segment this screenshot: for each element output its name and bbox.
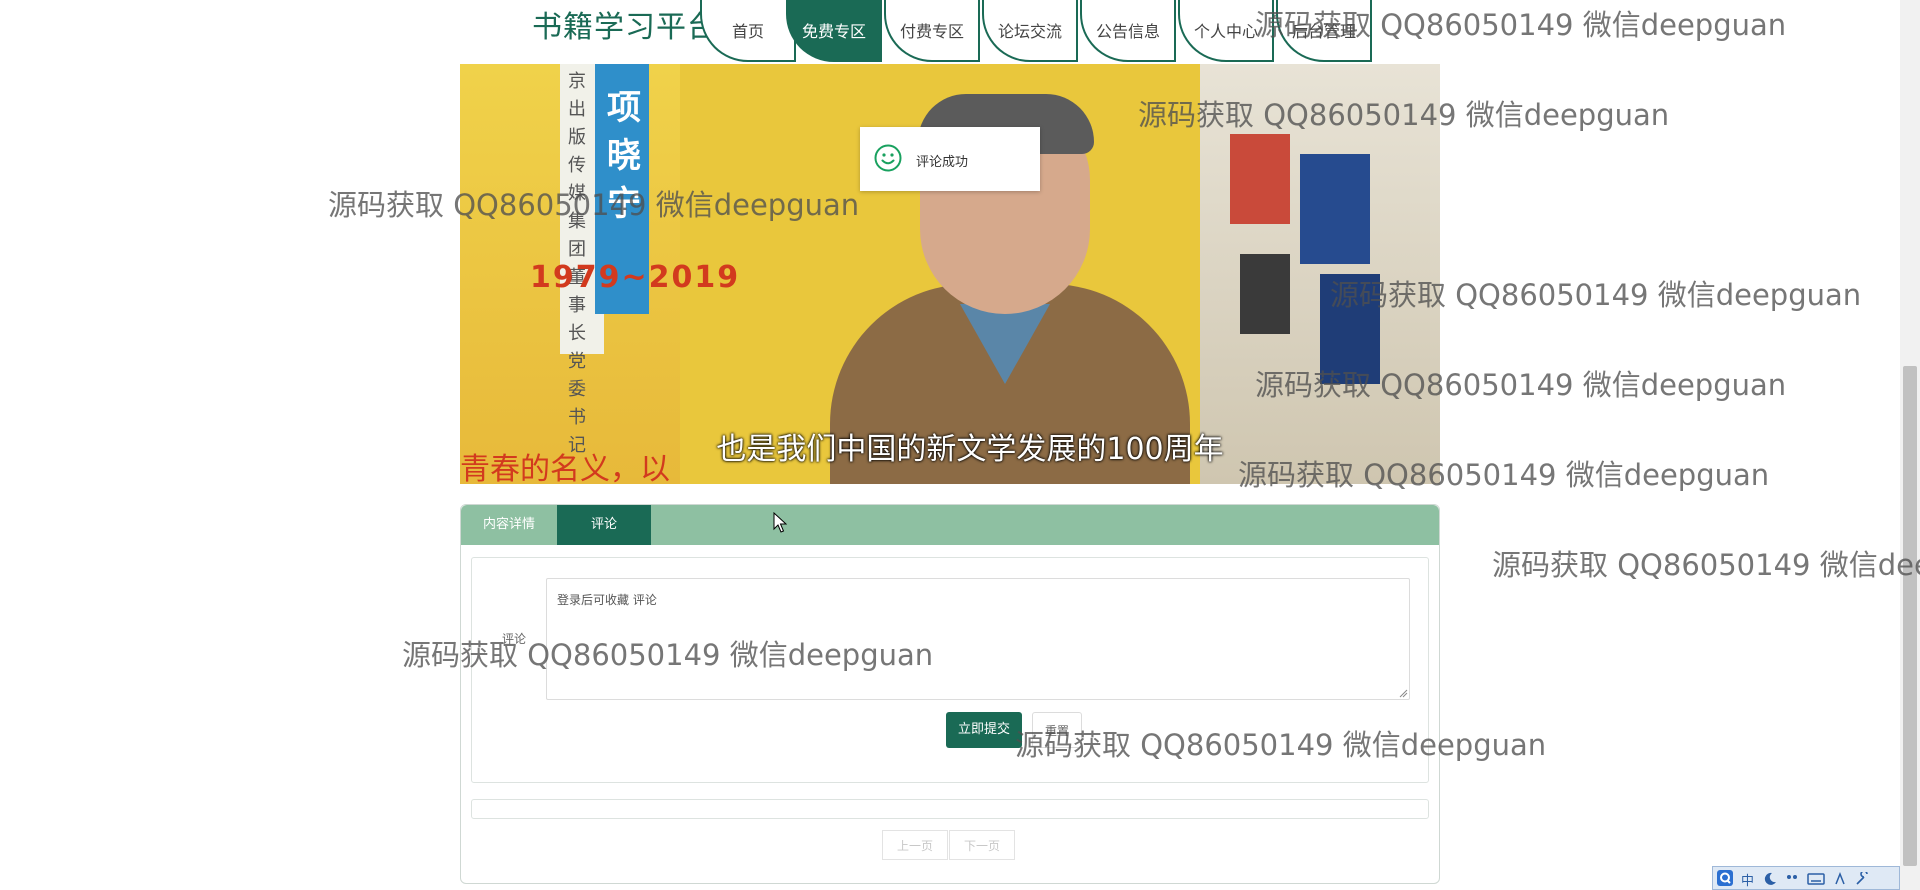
nav-item-label: 免费专区 xyxy=(801,22,866,41)
nav-item-label: 首页 xyxy=(731,22,764,41)
smile-icon xyxy=(874,144,902,172)
settings-icon[interactable] xyxy=(1855,872,1869,886)
next-page-button[interactable]: 下一页 xyxy=(949,830,1015,860)
tab-comments[interactable]: 评论 xyxy=(557,505,651,545)
scrollbar-thumb[interactable] xyxy=(1903,366,1917,866)
nav-item-personal-center[interactable]: 个人中心 xyxy=(1178,0,1274,62)
top-navigation: 书籍学习平台 首页 免费专区 付费专区 论坛交流 公告信息 个人中心 后台管理 xyxy=(0,0,1920,64)
nav-item-paid-zone[interactable]: 付费专区 xyxy=(884,0,980,62)
skin-icon[interactable] xyxy=(1833,872,1847,886)
ime-language-toggle[interactable]: 中 xyxy=(1741,870,1754,889)
comment-list xyxy=(471,799,1429,819)
content-tabs-panel: 内容详情 评论 评论 登录后可收藏 评论 立即提交 重置 上一页 下一页 xyxy=(460,504,1440,884)
ime-logo-icon[interactable] xyxy=(1717,870,1733,886)
video-subtitle: 也是我们中国的新文学发展的100周年 xyxy=(716,432,1224,467)
nav-item-free-zone[interactable]: 免费专区 xyxy=(786,0,882,62)
comment-field-label: 评论 xyxy=(502,632,527,646)
nav-item-home[interactable]: 首页 xyxy=(700,0,796,62)
video-year-text: 1979~2019 xyxy=(530,260,741,295)
video-poster xyxy=(1230,134,1290,224)
comment-textarea[interactable]: 登录后可收藏 评论 xyxy=(546,578,1410,700)
video-poster xyxy=(1240,254,1290,334)
mouse-cursor-icon xyxy=(773,512,787,533)
resize-grip-icon[interactable] xyxy=(1398,688,1408,698)
nav-item-announcements[interactable]: 公告信息 xyxy=(1080,0,1176,62)
page-scrollbar[interactable] xyxy=(1900,0,1920,890)
nav-item-admin[interactable]: 后台管理 xyxy=(1276,0,1372,62)
reset-button[interactable]: 重置 xyxy=(1032,712,1082,748)
ime-toolbar[interactable]: 中 xyxy=(1712,866,1900,890)
nav-item-label: 论坛交流 xyxy=(997,22,1062,41)
toast-message: 评论成功 xyxy=(916,155,969,170)
nav-item-label: 公告信息 xyxy=(1095,22,1160,41)
keyboard-icon[interactable] xyxy=(1807,872,1825,886)
prev-page-button[interactable]: 上一页 xyxy=(882,830,948,860)
video-poster xyxy=(1300,154,1370,264)
video-frame-bookshelf xyxy=(1200,64,1440,484)
site-brand[interactable]: 书籍学习平台 xyxy=(532,8,718,48)
tab-content-details[interactable]: 内容详情 xyxy=(461,505,557,545)
nav-item-label: 个人中心 xyxy=(1193,22,1258,41)
video-name-text: 项晓宁 xyxy=(607,88,641,224)
nav-item-label: 付费专区 xyxy=(899,22,964,41)
nav-item-label: 后台管理 xyxy=(1291,22,1356,41)
moon-icon[interactable] xyxy=(1763,872,1777,886)
success-toast: 评论成功 xyxy=(860,127,1040,191)
comment-form: 评论 登录后可收藏 评论 立即提交 重置 xyxy=(471,557,1429,783)
submit-comment-button[interactable]: 立即提交 xyxy=(946,712,1022,748)
punctuation-icon[interactable] xyxy=(1785,872,1799,886)
nav-item-forum[interactable]: 论坛交流 xyxy=(982,0,1078,62)
video-poster xyxy=(1320,274,1380,384)
tab-bar: 内容详情 评论 xyxy=(461,505,1439,545)
watermark-text: 源码获取 QQ86050149 微信deepguan xyxy=(1492,548,1920,582)
